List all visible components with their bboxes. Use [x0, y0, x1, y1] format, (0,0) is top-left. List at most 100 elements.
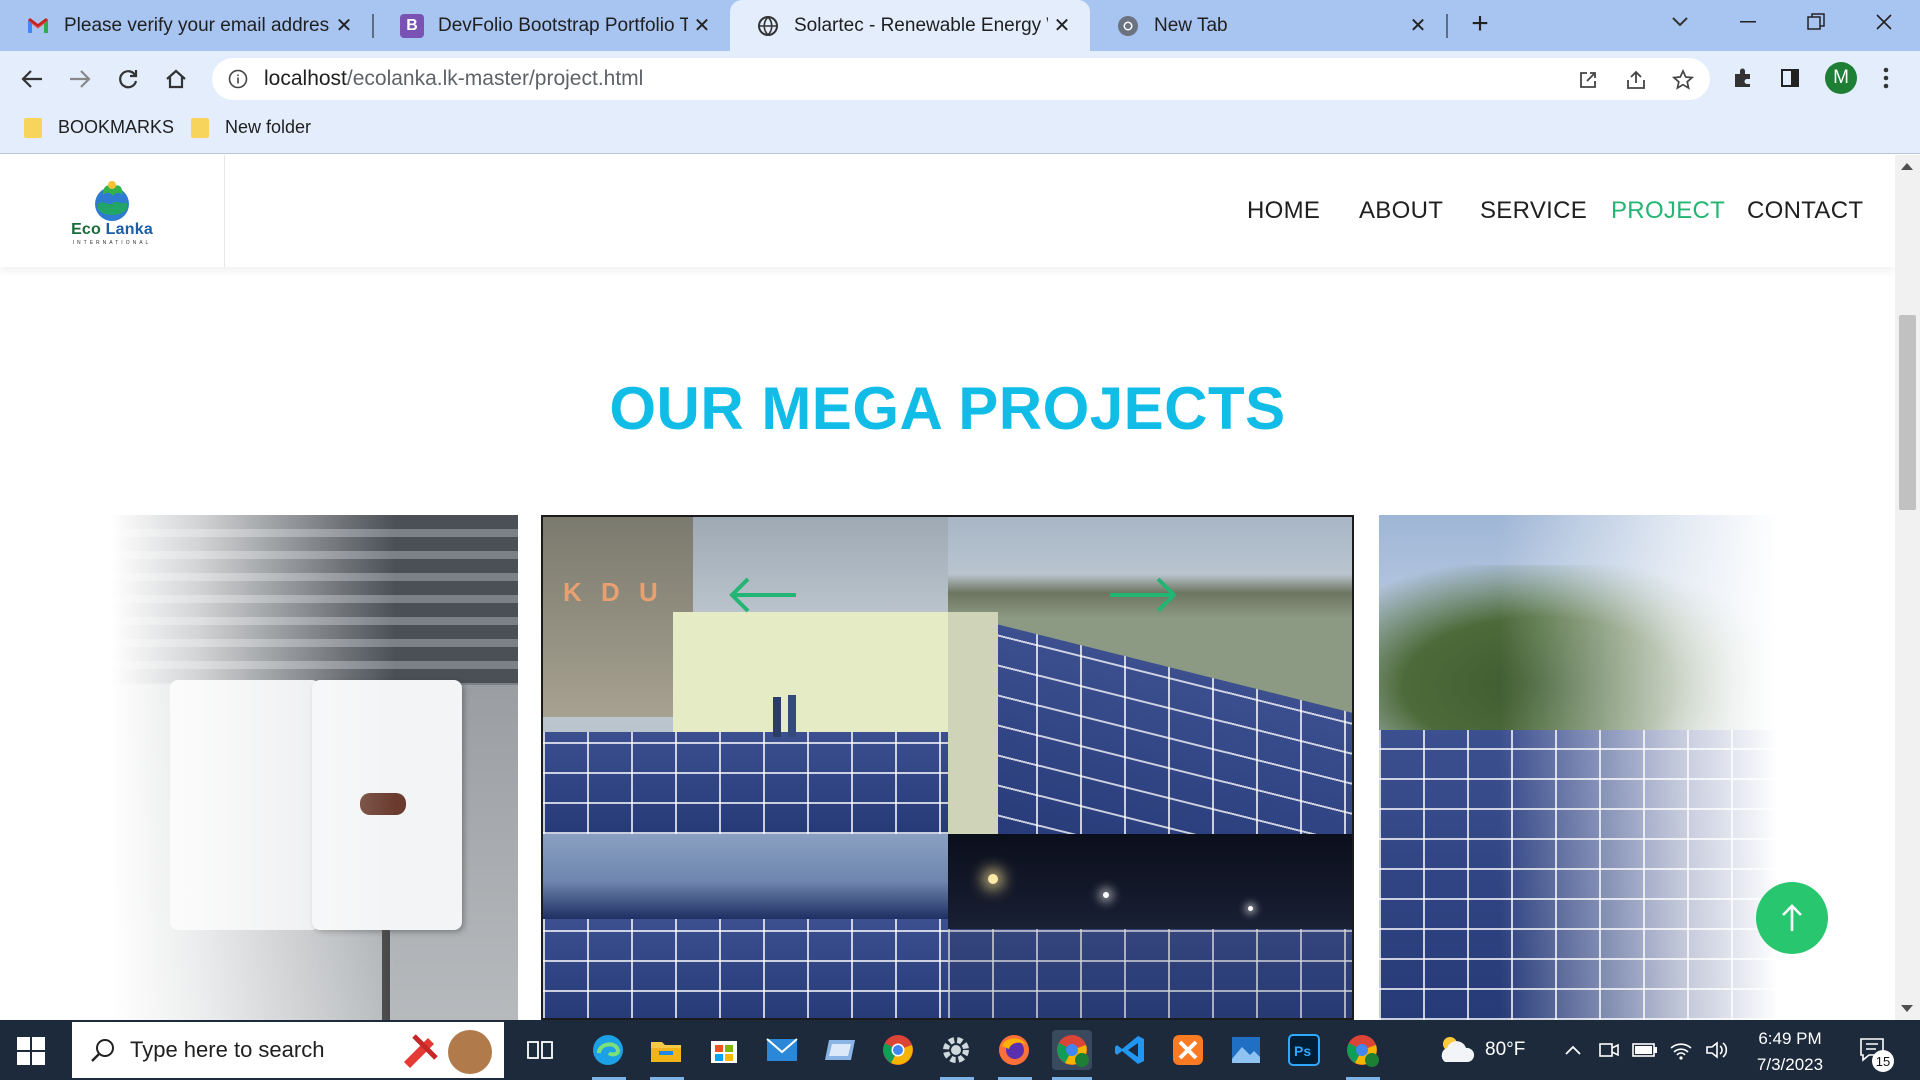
scroll-down-arrow-icon[interactable]: [1901, 1005, 1913, 1012]
site-logo[interactable]: Eco Lanka INTERNATIONAL: [0, 155, 225, 267]
url-text: localhost/ecolanka.lk-master/project.htm…: [264, 67, 643, 91]
nav-project[interactable]: PROJECT: [1611, 197, 1725, 225]
tab-title: Please verify your email address: [64, 14, 330, 36]
settings-gear-icon[interactable]: [936, 1030, 976, 1070]
bookmark-folder-bookmarks[interactable]: BOOKMARKS: [24, 117, 174, 138]
scrollbar-thumb[interactable]: [1899, 315, 1916, 510]
arrow-up-icon: [1782, 904, 1802, 931]
remote-desktop-icon[interactable]: [820, 1030, 860, 1070]
panels-night-photo: [948, 834, 1352, 1018]
extensions-icon[interactable]: [1725, 60, 1761, 96]
profile-avatar[interactable]: M: [1825, 62, 1857, 94]
windows-taskbar: Type here to search Ps 80°F 6:49 PM 7/3/…: [0, 1020, 1920, 1080]
close-icon[interactable]: ✕: [1404, 13, 1432, 38]
logo-word-lanka: Lanka: [105, 220, 153, 238]
kdu-sign: K D U: [563, 577, 664, 607]
back-icon[interactable]: [12, 59, 52, 99]
project-card-inverter[interactable]: [110, 515, 518, 1020]
chrome-taskbar-icon[interactable]: [878, 1030, 918, 1070]
meet-now-icon[interactable]: [1594, 1030, 1624, 1070]
back-to-top-button[interactable]: [1756, 882, 1828, 954]
chrome-icon: [1116, 14, 1140, 38]
system-clock[interactable]: 6:49 PM 7/3/2023: [1740, 1026, 1840, 1078]
tab-solartec[interactable]: Solartec - Renewable Energy Wel ✕: [730, 0, 1090, 51]
weather-temperature[interactable]: 80°F: [1485, 1039, 1525, 1061]
notification-center-icon[interactable]: 15: [1852, 1030, 1896, 1072]
forward-icon[interactable]: [60, 59, 100, 99]
panels-horizon-photo: [543, 834, 948, 1018]
card-fade-overlay: [110, 515, 518, 1020]
close-icon[interactable]: ✕: [1048, 13, 1076, 38]
search-icon: [91, 1039, 114, 1062]
project-card-kdu[interactable]: K D U: [541, 515, 1354, 1020]
weather-cloud-icon[interactable]: [1432, 1030, 1480, 1070]
url-host: localhost: [264, 67, 347, 90]
gmail-icon: [26, 14, 50, 38]
tab-search-chevron-icon[interactable]: [1650, 0, 1710, 44]
close-icon[interactable]: ✕: [330, 13, 358, 38]
firefox-icon[interactable]: [994, 1030, 1034, 1070]
mail-icon[interactable]: [762, 1030, 802, 1070]
site-info-icon[interactable]: [226, 67, 250, 91]
site-header: Eco Lanka INTERNATIONAL HOME ABOUT SERVI…: [0, 155, 1895, 267]
url-path: /ecolanka.lk-master/project.html: [346, 67, 644, 90]
share-icon[interactable]: [1623, 67, 1649, 93]
bookmark-star-icon[interactable]: [1670, 67, 1696, 93]
nav-home[interactable]: HOME: [1247, 197, 1320, 225]
close-window-icon[interactable]: [1854, 0, 1914, 44]
chevron-up-icon[interactable]: [1558, 1030, 1588, 1070]
nav-about[interactable]: ABOUT: [1359, 197, 1443, 225]
restore-icon[interactable]: [1786, 0, 1846, 44]
chrome-profile-2-icon[interactable]: [1342, 1030, 1382, 1070]
globe-icon: [756, 14, 780, 38]
tab-new-tab[interactable]: New Tab ✕: [1090, 0, 1446, 51]
chrome-profile-m-icon[interactable]: [1052, 1030, 1092, 1070]
kdu-building-photo: K D U: [543, 517, 948, 834]
home-icon[interactable]: [156, 59, 196, 99]
bootstrap-icon: B: [400, 13, 424, 38]
vscode-icon[interactable]: [1110, 1030, 1150, 1070]
tab-title: New Tab: [1154, 14, 1228, 36]
task-view-icon[interactable]: [520, 1030, 560, 1070]
bookmarks-bar: BOOKMARKS New folder: [0, 106, 1920, 154]
svg-text:Ps: Ps: [1294, 1043, 1311, 1059]
side-panel-icon[interactable]: [1772, 60, 1808, 96]
reload-icon[interactable]: [108, 59, 148, 99]
wifi-icon[interactable]: [1666, 1030, 1696, 1070]
bookmark-folder-new-folder[interactable]: New folder: [191, 117, 311, 138]
browser-toolbar: localhost/ecolanka.lk-master/project.htm…: [0, 51, 1920, 106]
tab-gmail[interactable]: Please verify your email address ✕: [0, 0, 372, 51]
rooftop-panels-photo: [948, 517, 1352, 834]
close-icon[interactable]: ✕: [688, 13, 716, 38]
page-scrollbar[interactable]: [1895, 155, 1920, 1020]
tab-separator: [1446, 14, 1448, 38]
photos-icon[interactable]: [1226, 1030, 1266, 1070]
open-in-app-icon[interactable]: [1575, 67, 1601, 93]
eco-lanka-logo-icon: [95, 180, 129, 221]
carousel-next-arrow-icon[interactable]: [1108, 575, 1178, 615]
card-fade-overlay: [1379, 515, 1779, 1020]
address-bar[interactable]: localhost/ecolanka.lk-master/project.htm…: [212, 58, 1710, 100]
file-explorer-icon[interactable]: [646, 1030, 686, 1070]
menu-kebab-icon[interactable]: [1868, 60, 1904, 96]
edge-icon[interactable]: [588, 1030, 628, 1070]
clock-time: 6:49 PM: [1758, 1029, 1822, 1048]
battery-icon[interactable]: [1630, 1030, 1660, 1070]
project-card-trees[interactable]: [1379, 515, 1779, 1020]
volume-icon[interactable]: [1702, 1030, 1732, 1070]
xampp-icon[interactable]: [1168, 1030, 1208, 1070]
carousel-prev-arrow-icon[interactable]: [728, 575, 798, 615]
nav-contact[interactable]: CONTACT: [1747, 197, 1863, 225]
notification-count-badge: 15: [1872, 1050, 1894, 1072]
scroll-up-arrow-icon[interactable]: [1901, 163, 1913, 170]
taskbar-search-box[interactable]: Type here to search: [72, 1022, 504, 1078]
nav-service[interactable]: SERVICE: [1480, 197, 1587, 225]
bookmark-label: New folder: [225, 117, 312, 137]
windows-start-icon[interactable]: [14, 1034, 48, 1068]
minimize-icon[interactable]: [1718, 0, 1778, 44]
photoshop-icon[interactable]: Ps: [1284, 1030, 1324, 1070]
logo-word-eco: Eco: [71, 220, 102, 238]
microsoft-store-icon[interactable]: [704, 1030, 744, 1070]
tab-devfolio[interactable]: B DevFolio Bootstrap Portfolio Tem ✕: [374, 0, 730, 51]
new-tab-button[interactable]: +: [1450, 2, 1510, 46]
